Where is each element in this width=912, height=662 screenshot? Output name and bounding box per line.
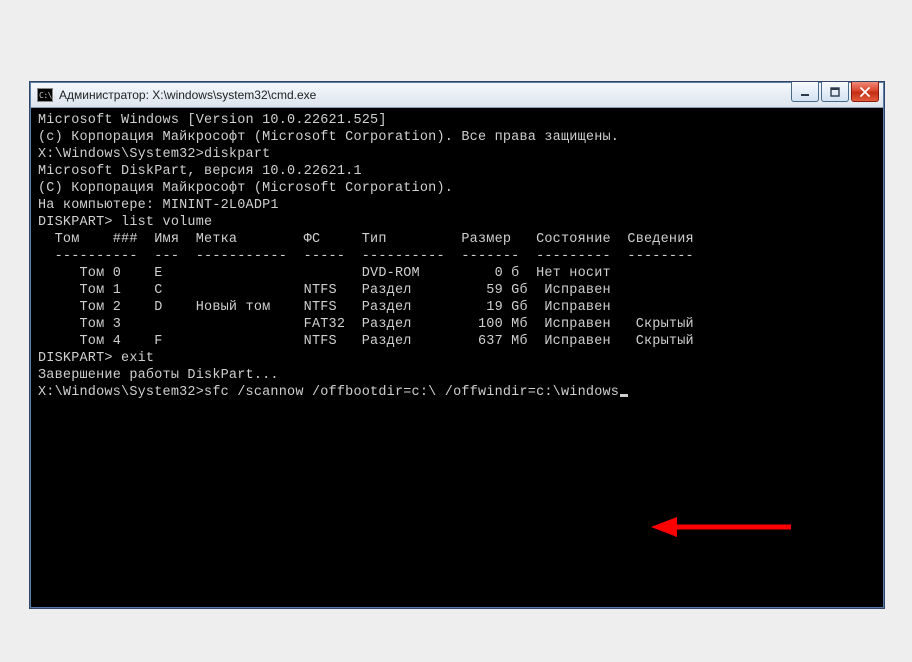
close-button[interactable] xyxy=(851,82,879,102)
text-cursor xyxy=(620,394,628,397)
minimize-icon xyxy=(800,87,810,97)
terminal-line: DISKPART> list volume xyxy=(38,214,876,231)
terminal-line: Том 1 C NTFS Раздел 59 Gб Исправен xyxy=(38,282,876,299)
terminal-line: Microsoft DiskPart, версия 10.0.22621.1 xyxy=(38,163,876,180)
terminal-line: На компьютере: MININT-2L0ADP1 xyxy=(38,197,876,214)
cmd-window: C:\. Администратор: X:\windows\system32\… xyxy=(30,82,884,608)
maximize-icon xyxy=(830,87,840,97)
maximize-button[interactable] xyxy=(821,82,849,102)
terminal-line: DISKPART> exit xyxy=(38,350,876,367)
terminal-line: Завершение работы DiskPart... xyxy=(38,367,876,384)
terminal-line: Том 2 D Новый том NTFS Раздел 19 Gб Испр… xyxy=(38,299,876,316)
terminal-line: Том 4 F NTFS Раздел 637 Мб Исправен Скры… xyxy=(38,333,876,350)
terminal-line: Том 0 E DVD-ROM 0 б Нет носит xyxy=(38,265,876,282)
terminal-line: ---------- --- ----------- ----- -------… xyxy=(38,248,876,265)
close-icon xyxy=(860,87,870,97)
cmd-icon: C:\. xyxy=(37,88,53,102)
window-title: Администратор: X:\windows\system32\cmd.e… xyxy=(59,88,789,102)
terminal-line: Том ### Имя Метка ФС Тип Размер Состояни… xyxy=(38,231,876,248)
terminal-line: Том 3 FAT32 Раздел 100 Мб Исправен Скрыт… xyxy=(38,316,876,333)
title-path: X:\windows\system32\cmd.exe xyxy=(152,88,316,102)
title-prefix: Администратор: xyxy=(59,88,152,102)
minimize-button[interactable] xyxy=(791,82,819,102)
terminal-line: (C) Корпорация Майкрософт (Microsoft Cor… xyxy=(38,180,876,197)
terminal-line: Microsoft Windows [Version 10.0.22621.52… xyxy=(38,112,876,129)
terminal-output[interactable]: Microsoft Windows [Version 10.0.22621.52… xyxy=(34,110,880,604)
terminal-line: X:\Windows\System32>diskpart xyxy=(38,146,876,163)
terminal-line: (c) Корпорация Майкрософт (Microsoft Cor… xyxy=(38,129,876,146)
titlebar[interactable]: C:\. Администратор: X:\windows\system32\… xyxy=(31,83,883,108)
terminal-line: X:\Windows\System32>sfc /scannow /offboo… xyxy=(38,384,876,401)
window-buttons xyxy=(789,83,883,107)
